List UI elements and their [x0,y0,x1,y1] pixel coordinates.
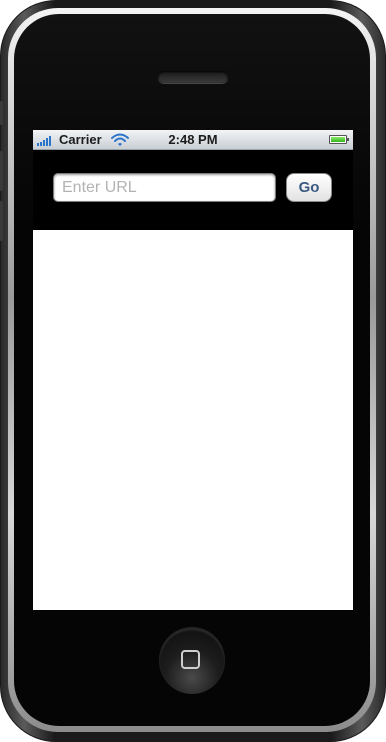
volume-up-button [0,151,3,191]
battery-icon [329,135,349,144]
url-input[interactable] [53,173,276,202]
volume-down-button [0,201,3,241]
ringer-switch [0,101,3,125]
status-time: 2:48 PM [168,132,218,147]
iphone-device: Carrier 2:48 PM Go [0,0,386,742]
speaker-grille-icon [158,71,228,83]
home-square-icon [181,650,200,669]
device-screen: Carrier 2:48 PM Go [33,130,353,610]
home-button-icon[interactable] [159,628,225,694]
battery-level-fill [331,137,345,142]
web-view[interactable] [33,230,353,610]
go-button[interactable]: Go [286,173,332,202]
status-bar: Carrier 2:48 PM [33,130,353,150]
